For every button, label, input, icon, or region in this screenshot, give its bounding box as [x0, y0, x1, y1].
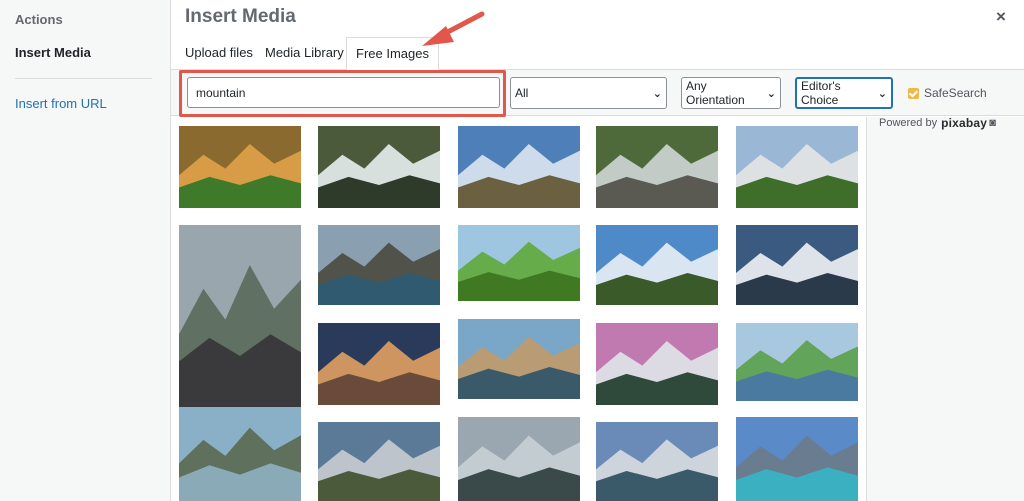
search-input[interactable] — [187, 77, 500, 108]
image-type-select[interactable]: All ⌄ — [510, 77, 667, 109]
order-select[interactable]: Editor's Choice ⌄ — [795, 77, 893, 109]
image-thumbnail[interactable] — [596, 422, 718, 501]
panel-divider — [866, 117, 867, 501]
landscape-photo-icon — [179, 407, 301, 501]
image-thumbnail[interactable] — [736, 417, 858, 501]
safesearch-toggle[interactable]: SafeSearch — [908, 86, 987, 100]
landscape-photo-icon — [736, 323, 858, 401]
sidebar-divider — [15, 78, 152, 79]
pixabay-logo: pixabay — [941, 116, 988, 130]
landscape-photo-icon — [458, 417, 580, 501]
powered-by-label: Powered by — [879, 117, 938, 129]
landscape-photo-icon — [596, 126, 718, 208]
camera-icon: ◙ — [989, 117, 996, 129]
landscape-photo-icon — [736, 417, 858, 501]
image-thumbnail[interactable] — [179, 407, 301, 501]
image-thumbnail[interactable] — [458, 417, 580, 501]
chevron-down-icon: ⌄ — [766, 87, 776, 100]
image-thumbnail[interactable] — [318, 126, 440, 208]
modal-title: Insert Media — [185, 6, 296, 27]
callout-arrow-icon — [422, 11, 485, 46]
image-thumbnail[interactable] — [318, 225, 440, 305]
landscape-photo-icon — [458, 319, 580, 399]
landscape-photo-icon — [458, 225, 580, 301]
landscape-photo-icon — [596, 225, 718, 305]
landscape-photo-icon — [318, 126, 440, 208]
image-thumbnail[interactable] — [179, 225, 301, 407]
landscape-photo-icon — [318, 225, 440, 305]
tab-media-library[interactable]: Media Library — [265, 45, 344, 60]
chevron-down-icon: ⌄ — [652, 87, 662, 100]
landscape-photo-icon — [736, 225, 858, 305]
landscape-photo-icon — [179, 225, 301, 407]
orientation-select[interactable]: Any Orientation ⌄ — [681, 77, 781, 109]
tab-upload-files[interactable]: Upload files — [185, 45, 253, 60]
image-type-value: All — [515, 86, 529, 100]
sidebar-item-insert-media[interactable]: Insert Media — [15, 45, 91, 60]
image-thumbnail[interactable] — [458, 319, 580, 399]
insert-from-url-link[interactable]: Insert from URL — [15, 96, 107, 111]
chevron-down-icon: ⌄ — [877, 87, 887, 100]
image-thumbnail[interactable] — [736, 323, 858, 401]
landscape-photo-icon — [318, 323, 440, 405]
image-thumbnail[interactable] — [179, 126, 301, 208]
landscape-photo-icon — [596, 323, 718, 405]
safesearch-checkbox[interactable] — [908, 87, 919, 99]
landscape-photo-icon — [458, 126, 580, 208]
landscape-photo-icon — [318, 422, 440, 501]
image-thumbnail[interactable] — [318, 323, 440, 405]
actions-sidebar: Actions Insert Media Insert from URL — [0, 0, 171, 501]
close-icon[interactable]: × — [996, 7, 1006, 27]
image-thumbnail[interactable] — [596, 323, 718, 405]
powered-by: Powered by pixabay ◙ — [879, 116, 996, 130]
image-thumbnail[interactable] — [736, 126, 858, 208]
landscape-photo-icon — [179, 126, 301, 208]
image-thumbnail[interactable] — [318, 422, 440, 501]
order-value: Editor's Choice — [801, 79, 841, 107]
landscape-photo-icon — [736, 126, 858, 208]
image-thumbnail[interactable] — [596, 225, 718, 305]
safesearch-label: SafeSearch — [924, 86, 987, 100]
image-thumbnail[interactable] — [458, 225, 580, 301]
image-thumbnail[interactable] — [596, 126, 718, 208]
landscape-photo-icon — [596, 422, 718, 501]
image-thumbnail[interactable] — [458, 126, 580, 208]
sidebar-heading: Actions — [15, 12, 63, 27]
image-thumbnail[interactable] — [736, 225, 858, 305]
orientation-value: Any Orientation — [686, 79, 745, 107]
attachment-details-panel — [867, 117, 1024, 501]
